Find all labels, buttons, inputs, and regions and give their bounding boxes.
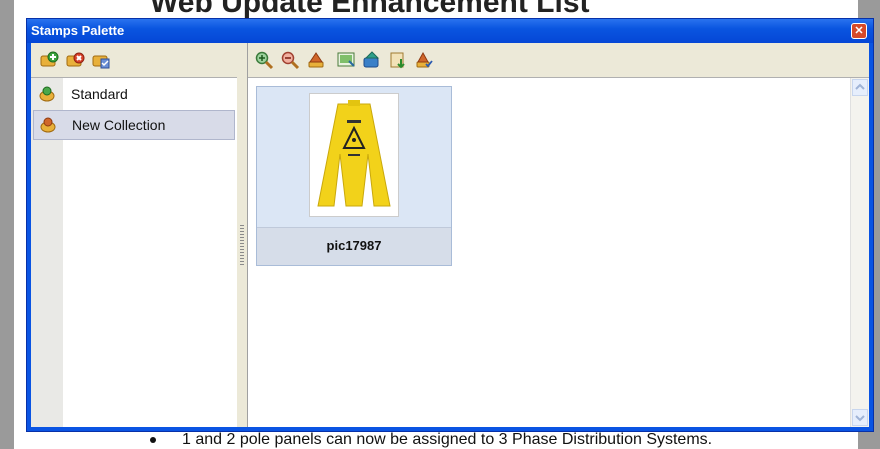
window-title: Stamps Palette xyxy=(31,23,125,38)
stamp-label-area: pic17987 xyxy=(257,227,451,265)
collection-label: New Collection xyxy=(72,117,166,133)
chevron-up-icon xyxy=(855,83,865,90)
chevron-down-icon xyxy=(855,415,865,422)
document-margin-left xyxy=(0,0,14,449)
collection-item-new-collection[interactable]: New Collection xyxy=(33,110,235,140)
zoom-out-icon[interactable] xyxy=(280,50,300,70)
collections-pane: Standard New Collection xyxy=(31,43,238,427)
document-heading: Web Update Enhancement List xyxy=(150,0,590,19)
stamp-label: pic17987 xyxy=(326,238,382,253)
apply-stamp-icon[interactable] xyxy=(306,50,326,70)
stamps-palette-window: Stamps Palette ✕ Standard New Collection… xyxy=(26,18,874,432)
collection-label: Standard xyxy=(71,86,128,102)
stamps-pane: pic17987 xyxy=(247,43,869,427)
stamp-card[interactable]: pic17987 xyxy=(256,86,452,266)
stamps-grid: pic17987 xyxy=(248,78,851,427)
export-stamp-icon[interactable] xyxy=(388,50,408,70)
stamp-collection-icon xyxy=(40,117,56,133)
close-button[interactable]: ✕ xyxy=(851,23,867,39)
caution-sign-image xyxy=(317,100,391,207)
document-bullet: 1 and 2 pole panels can now be assigned … xyxy=(150,431,712,449)
stamp-collection-icon xyxy=(39,86,55,102)
pane-splitter[interactable] xyxy=(237,43,247,427)
collections-list: Standard New Collection xyxy=(31,78,237,427)
bullet-dot xyxy=(150,436,156,443)
scroll-up-button[interactable] xyxy=(852,79,868,96)
scroll-down-button[interactable] xyxy=(852,409,868,426)
collections-toolbar xyxy=(31,43,237,78)
vertical-scrollbar[interactable] xyxy=(850,78,869,427)
stamps-toolbar xyxy=(248,43,869,78)
import-stamp-icon[interactable] xyxy=(362,50,382,70)
window-titlebar[interactable]: Stamps Palette ✕ xyxy=(27,19,873,43)
stamp-thumbnail xyxy=(309,93,399,217)
zoom-in-icon[interactable] xyxy=(254,50,274,70)
add-collection-icon[interactable] xyxy=(39,50,59,70)
collection-item-standard[interactable]: Standard xyxy=(33,80,235,108)
window-client: Standard New Collection pic17987 xyxy=(31,43,869,427)
delete-collection-icon[interactable] xyxy=(65,50,85,70)
stamp-properties-icon[interactable] xyxy=(414,50,434,70)
document-bullet-text: 1 and 2 pole panels can now be assigned … xyxy=(182,431,713,448)
collection-properties-icon[interactable] xyxy=(91,50,111,70)
splitter-grip[interactable] xyxy=(240,223,244,267)
add-image-icon[interactable] xyxy=(336,50,356,70)
